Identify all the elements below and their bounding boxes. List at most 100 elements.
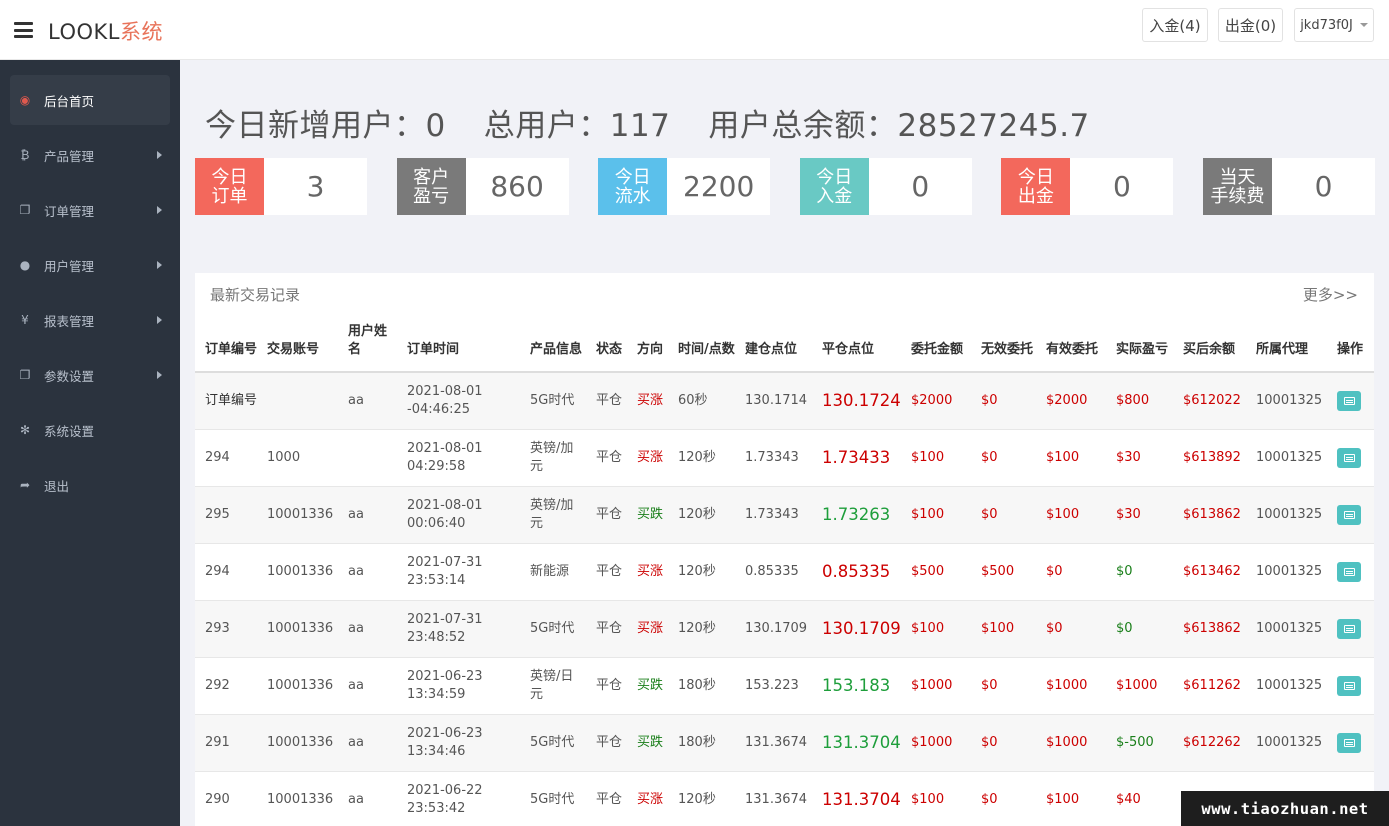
order-time: 2021-08-01 00:06:40 xyxy=(397,485,520,543)
list-icon xyxy=(1343,510,1355,519)
operation xyxy=(1327,485,1374,543)
status: 平仓 xyxy=(586,713,627,771)
order-time: 2021-07-31 23:53:14 xyxy=(397,542,520,600)
user-name: aa xyxy=(338,542,397,600)
sidebar-item-label: 产品管理 xyxy=(44,148,95,164)
watermark: www.tiaozhuan.net xyxy=(1181,791,1389,826)
yen-icon: ¥ xyxy=(21,313,29,327)
detail-button[interactable] xyxy=(1337,504,1361,525)
operation xyxy=(1327,656,1374,714)
entrust-amount: $100 xyxy=(901,485,971,543)
order-id: 294 xyxy=(195,542,257,600)
column-header: 委托金额 xyxy=(901,314,971,373)
close-price: 130.1709 xyxy=(812,599,901,657)
trades-table: 订单编号 交易账号 用户姓名 订单时间 产品信息 状态 方向 时间/点数 建仓点位 平仓点位 委托金… xyxy=(195,314,1374,826)
pnl: $1000 xyxy=(1106,656,1173,714)
order-id: 290 xyxy=(195,770,257,826)
withdraw-button[interactable]: 出金(0) xyxy=(1218,8,1283,42)
copy-icon: ❐ xyxy=(19,203,31,217)
agent: 10001325 xyxy=(1246,656,1327,714)
sidebar-item-0[interactable]: ◉ 后台首页 xyxy=(10,75,170,125)
direction: 买跌 xyxy=(627,485,668,543)
column-header: 建仓点位 xyxy=(735,314,812,373)
sidebar-item-label: 参数设置 xyxy=(44,368,95,384)
detail-button[interactable] xyxy=(1337,675,1361,696)
open-price: 0.85335 xyxy=(735,542,812,600)
balance: $613862 xyxy=(1173,599,1246,657)
product: 5G时代 xyxy=(520,599,586,657)
operation xyxy=(1327,371,1374,429)
user-summary: 今日新增用户：0 总用户：117 用户总余额：28527245.7 xyxy=(205,108,1090,144)
entrust-amount: $1000 xyxy=(901,656,971,714)
stat-card-value: 860 xyxy=(490,170,544,203)
invalid-entrust: $500 xyxy=(971,542,1036,600)
detail-button[interactable] xyxy=(1337,447,1361,468)
sidebar: ◉ 后台首页 ₿ 产品管理 ❐ 订单管理 ● 用户管理 ¥ 报表管理 ❐ 参数设置 ✻ 系统设置 ➦ 退出 xyxy=(0,60,180,826)
operation xyxy=(1327,599,1374,657)
user-name: aa xyxy=(338,485,397,543)
stat-card: 今日 出金 0 xyxy=(1001,158,1174,215)
balance: $612262 xyxy=(1173,713,1246,771)
close-price: 0.85335 xyxy=(812,542,901,600)
column-header: 平仓点位 xyxy=(812,314,901,373)
deposit-button[interactable]: 入金(4) xyxy=(1142,8,1208,42)
sidebar-item-label: 用户管理 xyxy=(44,258,95,274)
open-price: 1.73343 xyxy=(735,428,812,486)
sidebar-item-7[interactable]: ➦ 退出 xyxy=(10,460,170,510)
detail-button[interactable] xyxy=(1337,561,1361,582)
balance: $613892 xyxy=(1173,428,1246,486)
product: 英镑/加元 xyxy=(520,428,586,486)
product: 英镑/日元 xyxy=(520,656,586,714)
direction: 买涨 xyxy=(627,371,668,429)
recent-trades-panel: 最新交易记录 更多>> 订单编号 交易账号 用户姓名 订单时间 产品信息 状态 方向 时间/点… xyxy=(195,273,1374,826)
agent: 10001325 xyxy=(1246,713,1327,771)
new-users-count: 0 xyxy=(425,108,446,144)
order-id: 293 xyxy=(195,599,257,657)
order-time: 2021-06-23 13:34:46 xyxy=(397,713,520,771)
pnl: $0 xyxy=(1106,599,1173,657)
status: 平仓 xyxy=(586,542,627,600)
chevron-right-icon xyxy=(157,316,162,324)
open-price: 131.3674 xyxy=(735,713,812,771)
user-menu[interactable]: jkd73f0J xyxy=(1294,8,1374,42)
direction: 买跌 xyxy=(627,656,668,714)
sidebar-item-6[interactable]: ✻ 系统设置 xyxy=(10,405,170,455)
agent: 10001325 xyxy=(1246,542,1327,600)
order-time: 2021-06-23 13:34:59 xyxy=(397,656,520,714)
sidebar-item-5[interactable]: ❐ 参数设置 xyxy=(10,350,170,400)
table-row: 291 10001336 aa 2021-06-23 13:34:46 5G时代 平仓 买跌 1… xyxy=(195,713,1374,771)
stat-card-label: 今日 流水 xyxy=(598,158,668,215)
user-name: aa xyxy=(338,770,397,826)
period: 120秒 xyxy=(668,770,735,826)
agent: 10001325 xyxy=(1246,428,1327,486)
sidebar-item-1[interactable]: ₿ 产品管理 xyxy=(10,130,170,180)
sign-out-icon: ➦ xyxy=(19,478,31,492)
sidebar-item-label: 报表管理 xyxy=(44,313,95,329)
stat-card: 客户 盈亏 860 xyxy=(396,158,569,215)
list-icon xyxy=(1343,624,1355,633)
detail-button[interactable] xyxy=(1337,732,1361,753)
order-id: 订单编号 xyxy=(195,371,257,429)
close-price: 1.73433 xyxy=(812,428,901,486)
open-price: 131.3674 xyxy=(735,770,812,826)
column-header: 买后余额 xyxy=(1173,314,1246,373)
sidebar-item-4[interactable]: ¥ 报表管理 xyxy=(10,295,170,345)
account: 10001336 xyxy=(257,770,338,826)
column-header: 方向 xyxy=(627,314,668,373)
chevron-right-icon xyxy=(157,206,162,214)
sidebar-item-2[interactable]: ❐ 订单管理 xyxy=(10,185,170,235)
menu-toggle-icon[interactable] xyxy=(14,22,33,38)
detail-button[interactable] xyxy=(1337,618,1361,639)
detail-button[interactable] xyxy=(1337,390,1361,411)
more-link[interactable]: 更多>> xyxy=(1303,284,1358,305)
user-name: aa xyxy=(338,371,397,429)
direction: 买涨 xyxy=(627,770,668,826)
product: 5G时代 xyxy=(520,770,586,826)
status: 平仓 xyxy=(586,599,627,657)
pnl: $40 xyxy=(1106,770,1173,826)
agent: 10001325 xyxy=(1246,485,1327,543)
order-time: 2021-06-22 23:53:42 xyxy=(397,770,520,826)
sidebar-item-3[interactable]: ● 用户管理 xyxy=(10,240,170,290)
status: 平仓 xyxy=(586,428,627,486)
list-icon xyxy=(1343,453,1355,462)
